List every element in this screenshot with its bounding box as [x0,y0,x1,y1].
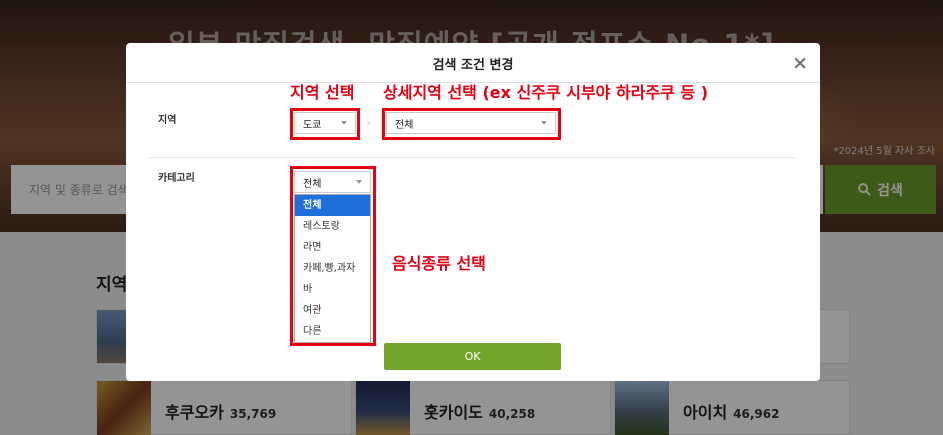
annotation-label-category: 음식종류 선택 [392,254,486,273]
annotation-box-category [290,166,376,346]
annotation-box-region [290,108,360,140]
ok-button[interactable]: OK [384,343,561,370]
annotation-label-subregion: 상세지역 선택 (ex 신주쿠 시부야 하라주쿠 등 ) [383,83,709,102]
annotation-box-subregion [382,108,561,140]
category-label: 카테고리 [158,173,195,184]
modal-header: 검색 조건 변경 × [126,43,820,83]
chevron-right-icon: › [366,116,371,130]
divider [148,157,796,158]
close-icon[interactable]: × [792,52,808,74]
annotation-label-region: 지역 선택 [290,83,355,102]
modal-title: 검색 조건 변경 [432,58,514,73]
region-label: 지역 [158,115,177,126]
